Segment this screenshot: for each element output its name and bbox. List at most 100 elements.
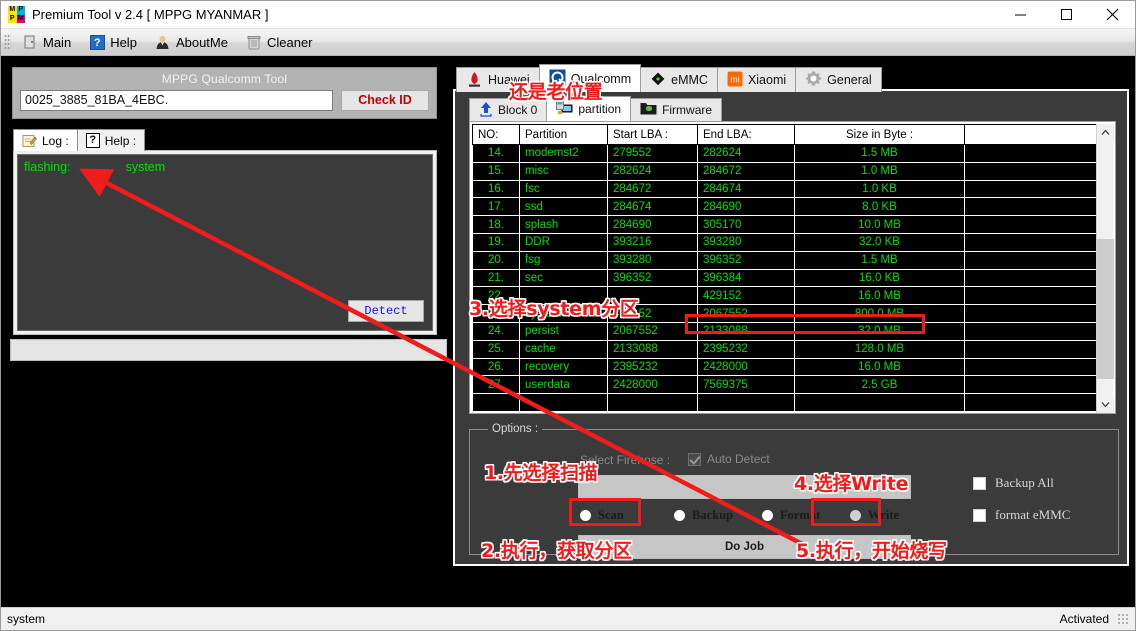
logo-cell-3: P [8,14,17,23]
resize-grip-icon[interactable] [1117,613,1129,625]
table-row[interactable]: 19. DDR 393216 393280 32.0 KB [472,232,1099,252]
check-id-button[interactable]: Check ID [341,90,429,111]
close-button[interactable] [1089,1,1135,29]
table-row[interactable]: 21. sec 396352 396384 16.0 KB [472,268,1099,288]
annotation-step-4: 4.选择Write [794,473,909,495]
radio-backup-dot [674,510,685,521]
radio-format-dot [762,510,773,521]
cell-no: 25. [472,339,520,359]
cell-partition: persist [519,321,608,341]
cell-extra [964,339,1099,359]
minimize-button[interactable] [997,1,1043,29]
cell-start-lba [607,393,698,411]
table-row[interactable]: 26. recovery 2395232 2428000 16.0 MB [472,357,1099,377]
menu-item-help[interactable]: ? Help [80,30,146,55]
cell-extra [964,197,1099,217]
cell-no: 26. [472,357,520,377]
table-row[interactable]: 16. fsc 284672 284674 1.0 KB [472,179,1099,199]
cell-start-lba: 284690 [607,215,698,234]
window-title: Premium Tool v 2.4 [ MPPG MYANMAR ] [32,7,269,22]
scroll-up-arrow[interactable] [1097,124,1114,141]
cell-end-lba: 2428000 [697,357,795,377]
table-row[interactable]: 17. ssd 284674 284690 8.0 KB [472,197,1099,217]
table-row[interactable]: 25. cache 2133088 2395232 128.0 MB [472,339,1099,359]
table-row[interactable]: 20. fsg 393280 396352 1.5 MB [472,250,1099,270]
tab-help[interactable]: ? Help : [76,129,146,151]
menu-item-cleaner[interactable]: Cleaner [237,30,322,55]
cell-size: 32.0 KB [794,232,965,252]
cell-extra [964,357,1099,377]
tab-general-label: General [827,73,872,87]
tab-partition-label: partition [578,102,622,116]
col-header-partition[interactable]: Partition [519,124,608,145]
app-logo-icon: M P P M [8,6,25,23]
table-vertical-scrollbar[interactable] [1096,124,1114,413]
col-header-extra[interactable] [964,124,1099,145]
cell-partition: sec [519,268,608,288]
cell-start-lba: 396352 [607,268,698,288]
menu-label-aboutme: AboutMe [175,34,228,50]
radio-backup[interactable]: Backup [674,508,762,523]
mppg-qualcomm-box: MPPG Qualcomm Tool 0025_3885_81BA_4EBC. … [12,67,437,119]
col-header-no[interactable]: NO: [472,124,520,145]
tab-emmc[interactable]: eMMC [640,67,718,92]
format-emmc-row[interactable]: format eMMC [973,507,1070,523]
partition-table[interactable]: NO: Partition Start LBA : End LBA: Size … [472,124,1113,411]
table-row[interactable]: 14. modemst2 279552 282624 1.5 MB [472,144,1099,163]
trash-icon [246,34,262,50]
table-row[interactable] [472,393,1099,411]
menu-item-aboutme[interactable]: AboutMe [146,30,237,55]
cell-size: 1.5 MB [794,144,965,163]
scrollbar-thumb[interactable] [1097,239,1114,379]
cell-extra [964,250,1099,270]
backup-all-row[interactable]: Backup All [973,475,1070,491]
annotation-old-position: 还是老位置 [509,81,603,103]
menu-item-main[interactable]: Main [13,30,80,55]
auto-detect-checkbox[interactable] [688,452,701,466]
log-output[interactable]: flashing: system Detect [17,154,433,331]
cell-start-lba: 279552 [607,144,698,163]
tab-log[interactable]: Log : [13,129,78,151]
cell-size: 1.0 MB [794,161,965,181]
table-row[interactable]: 18. splash 284690 305170 10.0 MB [472,215,1099,234]
cell-no: 15. [472,161,520,181]
annotation-step-3: 3.选择system分区 [469,298,639,320]
options-legend: Options : [492,423,539,435]
tab-xiaomi[interactable]: mi Xiaomi [716,67,797,92]
table-row[interactable]: 15. misc 282624 284672 1.0 MB [472,161,1099,181]
cell-end-lba: 393280 [697,232,795,252]
door-icon [22,34,38,50]
cell-partition: DDR [519,232,608,252]
backup-all-checkbox[interactable] [973,476,986,490]
application-window: M P P M Premium Tool v 2.4 [ MPPG MYANMA… [0,0,1136,631]
maximize-button[interactable] [1043,1,1089,29]
cell-partition: fsg [519,250,608,270]
question-glyph: ? [89,34,105,50]
annotation-step-1: 1.先选择扫描 [484,462,598,484]
tab-general[interactable]: General [795,67,882,92]
menu-grip[interactable] [4,34,11,50]
emmc-icon [650,71,666,90]
folder-icon [640,101,657,119]
detect-button[interactable]: Detect [348,300,424,322]
left-status-strip [10,339,447,361]
scroll-down-arrow[interactable] [1097,396,1114,413]
menu-bar: Main ? Help AboutMe Cleaner [1,29,1135,56]
auto-detect-row[interactable]: Auto Detect [688,452,770,466]
cell-partition: modemst2 [519,144,608,163]
tab-emmc-label: eMMC [671,73,708,87]
radio-backup-label: Backup [692,508,733,522]
col-header-end-lba[interactable]: End LBA: [697,124,795,145]
cell-start-lba: 284674 [607,197,698,217]
col-header-size[interactable]: Size in Byte : [794,124,965,145]
col-header-start-lba[interactable]: Start LBA : [607,124,698,145]
table-row[interactable]: 27. userdata 2428000 7569375 2.5 GB [472,375,1099,395]
question-icon: ? [89,34,105,50]
note-icon [22,134,37,148]
format-emmc-checkbox[interactable] [973,508,986,522]
cell-start-lba: 2428000 [607,375,698,395]
cell-partition [519,393,608,411]
device-id-input[interactable]: 0025_3885_81BA_4EBC. [20,90,333,111]
tab-help-label: Help : [104,133,137,148]
tab-firmware[interactable]: Firmware [630,98,723,121]
